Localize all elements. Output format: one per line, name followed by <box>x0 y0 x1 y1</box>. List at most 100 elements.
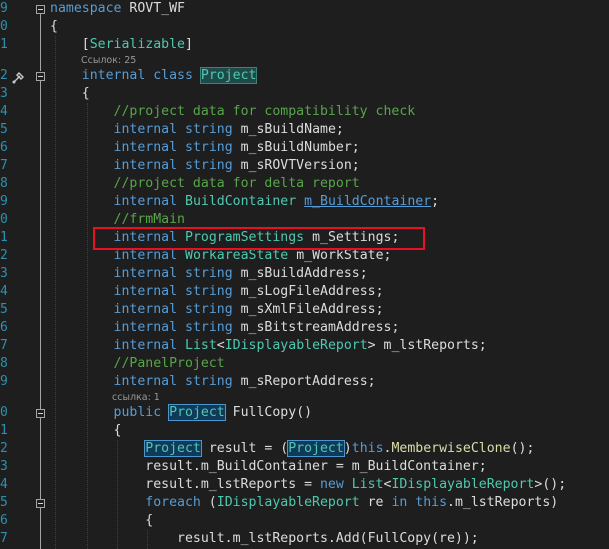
line-number: 0 <box>0 405 8 420</box>
collapse-foreach-icon[interactable] <box>36 499 45 508</box>
line-number: 9 <box>0 194 8 209</box>
codelens-references[interactable]: Ссылок: 25 <box>81 55 136 67</box>
line-number: 5 <box>0 122 8 137</box>
keyword: public <box>113 405 162 420</box>
punct: < <box>216 338 225 353</box>
line-number: 1 <box>0 37 8 52</box>
line-number: 7 <box>0 338 8 353</box>
brace: { <box>113 423 122 438</box>
bracket: ] <box>185 37 193 52</box>
line-number: 1 <box>0 423 8 438</box>
code-line: namespace ROVT_WF <box>50 0 185 18</box>
fold-guide <box>40 418 41 499</box>
code-line: internal string m_sLogFileAddress; <box>50 283 384 301</box>
keyword: foreach <box>145 495 201 510</box>
code-line: Project result = (Project)this.Memberwis… <box>50 440 534 458</box>
comment: //project data for delta report <box>113 176 360 191</box>
line-number: 6 <box>0 140 8 155</box>
keyword: new <box>319 477 344 492</box>
field-name: m_sReportAddress; <box>240 374 376 389</box>
type-name: WorkareaState <box>185 248 289 263</box>
brace: { <box>145 513 154 528</box>
keyword: internal <box>113 194 178 209</box>
type-name: List <box>185 338 217 353</box>
code-line: [Serializable] <box>50 36 193 54</box>
keyword: string <box>185 320 233 335</box>
keyword: internal <box>113 248 178 263</box>
line-number: 6 <box>0 320 8 335</box>
punct: ) <box>343 441 352 456</box>
code-line: foreach (IDisplayableReport re in this.m… <box>50 494 558 512</box>
line-number: 3 <box>0 459 8 474</box>
punct: () <box>296 405 313 420</box>
class-name-highlight: Project <box>199 67 258 84</box>
code-line: internal string m_sBuildName; <box>50 121 344 139</box>
punct: (); <box>510 441 535 456</box>
field-name: m_sBuildAddress; <box>240 266 368 281</box>
code-line: result.m_BuildContainer = m_BuildContain… <box>50 458 487 476</box>
code-line: { <box>50 512 153 530</box>
field-name: m_sXmlFileAddress; <box>240 302 384 317</box>
code-line: internal string m_sBitstreamAddress; <box>50 319 400 337</box>
keyword: internal <box>113 122 178 137</box>
field-name-underlined: m_BuildContainer <box>304 194 432 209</box>
class-name-highlight: Project <box>287 440 345 457</box>
keyword: this <box>415 495 448 510</box>
code-line: internal string m_sXmlFileAddress; <box>50 301 384 319</box>
type-name: BuildContainer <box>185 194 297 209</box>
keyword: in <box>391 495 408 510</box>
line-number: 9 <box>0 1 8 16</box>
code-line: { <box>50 422 122 440</box>
field-name: m_sLogFileAddress; <box>240 284 384 299</box>
code-line: { <box>50 85 90 103</box>
collapse-method-icon[interactable] <box>36 409 45 418</box>
collapse-class-icon[interactable] <box>36 72 45 81</box>
keyword: internal <box>113 266 178 281</box>
class-name-highlight: Project <box>144 440 202 457</box>
keyword: string <box>185 374 233 389</box>
fold-guide <box>40 81 41 409</box>
field-name: m_WorkState; <box>296 248 392 263</box>
line-number: 0 <box>0 19 8 34</box>
line-number: 6 <box>0 513 8 528</box>
code-line: internal BuildContainer m_BuildContainer… <box>50 193 440 211</box>
class-name-highlight: Project <box>168 404 226 421</box>
bracket: [ <box>81 37 90 52</box>
line-number: 2 <box>0 441 8 456</box>
collapse-namespace-icon[interactable] <box>36 5 45 14</box>
code-line: internal string m_sReportAddress; <box>50 373 376 391</box>
line-number: 2 <box>0 248 8 263</box>
keyword: namespace <box>50 1 122 16</box>
fold-guide <box>40 508 41 549</box>
code-line: //PanelProject <box>50 355 225 373</box>
keyword: string <box>185 266 233 281</box>
brace: { <box>81 86 90 101</box>
codelens-references[interactable]: ссылка: 1 <box>112 392 160 404</box>
keyword: this <box>351 441 384 456</box>
attribute-name: Serializable <box>89 37 185 52</box>
line-number-gutter: 9 0 1 2 3 4 5 6 7 8 9 0 1 2 3 4 5 6 7 8 … <box>0 0 50 549</box>
namespace-name: ROVT_WF <box>129 1 185 16</box>
highlight-annotation-box <box>93 227 425 250</box>
code-text: result.m_lstReports.Add(FullCopy(re)); <box>177 531 479 546</box>
quick-actions-icon[interactable] <box>11 71 25 85</box>
field-name: m_sROVTVersion; <box>240 158 360 173</box>
code-line: internal string m_sBuildNumber; <box>50 139 360 157</box>
code-text: result.m_BuildContainer = m_BuildContain… <box>145 459 487 474</box>
line-number: 3 <box>0 266 8 281</box>
keyword: internal <box>113 140 178 155</box>
fold-guide <box>40 14 41 71</box>
field-name: m_sBuildName; <box>240 122 344 137</box>
type-name: List <box>351 477 384 492</box>
line-number: 0 <box>0 212 8 227</box>
keyword: string <box>185 158 233 173</box>
field-name: > m_lstReports; <box>367 338 487 353</box>
line-number: 4 <box>0 104 8 119</box>
line-number: 8 <box>0 176 8 191</box>
code-line: internal class Project <box>50 67 258 85</box>
keyword: internal <box>113 158 178 173</box>
code-text: .m_lstReports) <box>447 495 559 510</box>
type-name: IDisplayableReport <box>391 477 535 492</box>
keyword: internal <box>113 302 178 317</box>
code-line: result.m_lstReports.Add(FullCopy(re)); <box>50 530 479 548</box>
